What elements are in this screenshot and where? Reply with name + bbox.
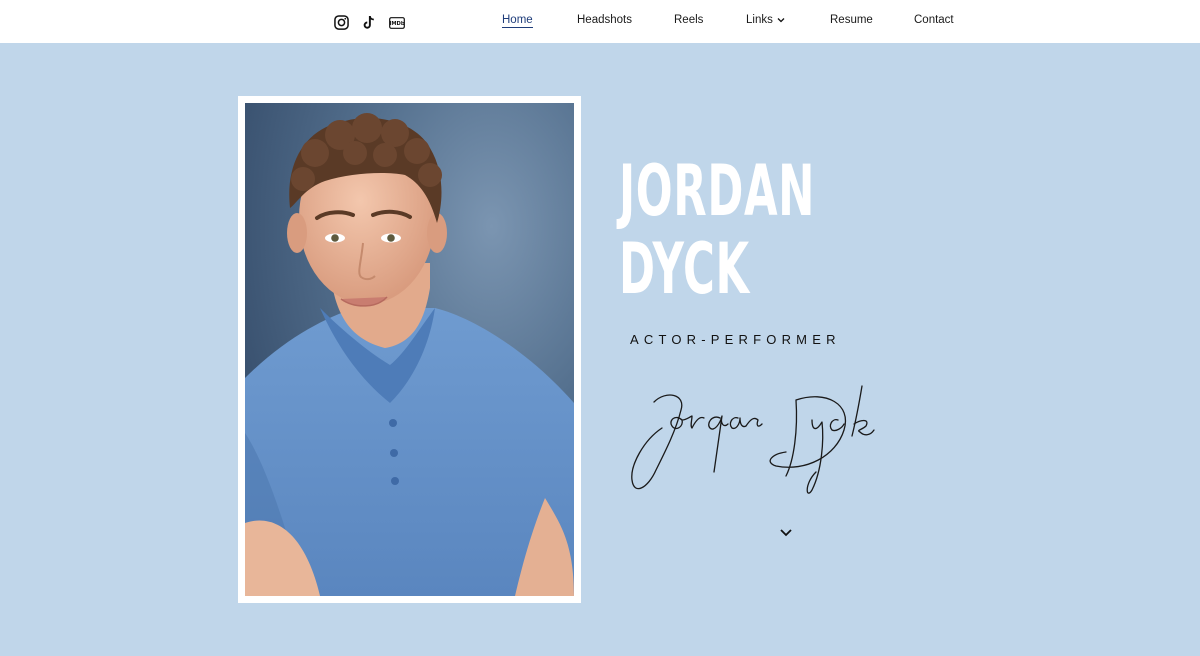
nav-resume[interactable]: Resume <box>830 14 873 26</box>
headshot-photo <box>245 103 574 596</box>
hero-last-name: DYCK <box>619 228 750 310</box>
nav-links[interactable]: Links <box>746 14 785 26</box>
nav-reels[interactable]: Reels <box>674 14 703 26</box>
headshot-frame <box>238 96 581 603</box>
hero-first-name: JORDAN <box>619 150 816 232</box>
site-header: IMDb Home Headshots Reels Links Resume C… <box>0 0 1200 43</box>
main-nav: Home Headshots Reels Links Resume Contac… <box>0 0 1200 43</box>
chevron-down-icon <box>777 14 785 26</box>
scroll-down-chevron-icon[interactable] <box>779 526 793 538</box>
hero-name: JORDAN DYCK <box>619 152 815 308</box>
nav-links-label: Links <box>746 14 773 27</box>
nav-home[interactable]: Home <box>502 14 533 28</box>
hero-tagline: ACTOR-PERFORMER <box>630 332 841 347</box>
nav-contact[interactable]: Contact <box>914 14 954 26</box>
nav-headshots[interactable]: Headshots <box>577 14 632 26</box>
signature-image <box>626 380 882 500</box>
